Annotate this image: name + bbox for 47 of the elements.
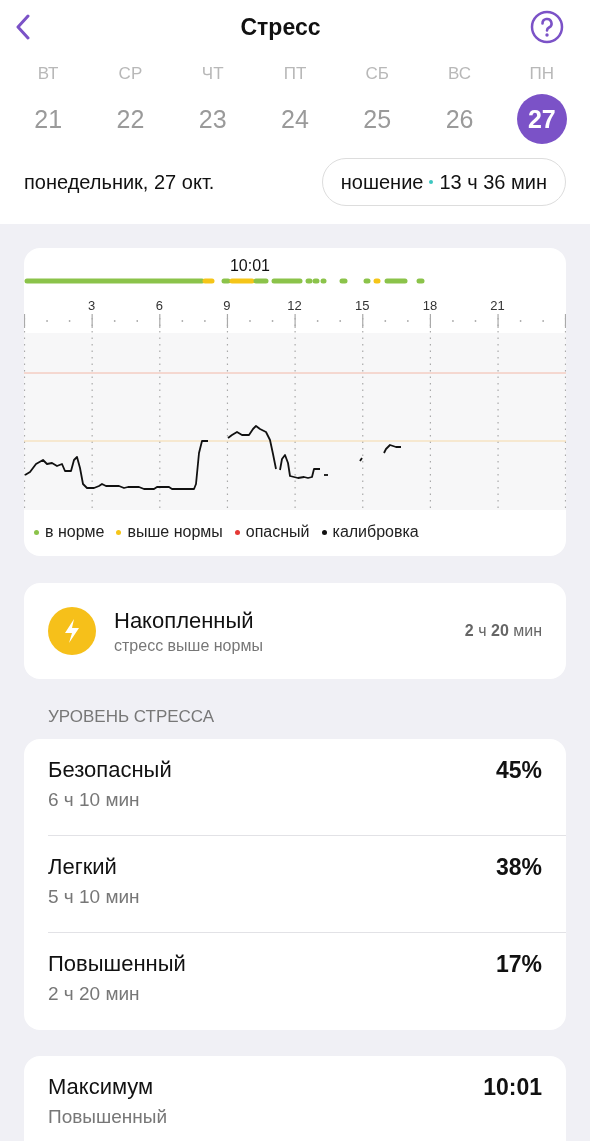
maximum-time: 10:01 (483, 1074, 542, 1101)
weekday-label: ПН (529, 63, 555, 85)
date-label: понедельник, 27 окт. (24, 170, 215, 194)
legend-label: выше нормы (127, 523, 223, 541)
accumulated-subtitle: стресс выше нормы (114, 636, 264, 655)
section-heading: УРОВЕНЬ СТРЕССА (47, 706, 216, 728)
weekday-label: ВС (448, 63, 472, 85)
level-duration: 5 ч 10 мин (48, 886, 140, 908)
level-percent: 45% (495, 757, 542, 784)
maximum-level: Повышенный (48, 1106, 168, 1128)
back-icon[interactable] (15, 14, 31, 40)
legend-label: опасный (245, 523, 310, 541)
weekday-label: ПТ (283, 63, 307, 85)
legend-label: калибровка (332, 523, 419, 541)
day-number[interactable]: 26 (434, 94, 485, 144)
hour-label: 12 (287, 298, 302, 313)
hour-label: 6 (155, 298, 163, 313)
hour-label: 21 (490, 298, 505, 313)
weekday-label: ЧТ (201, 63, 224, 85)
help-icon[interactable] (530, 10, 564, 44)
level-duration: 2 ч 20 мин (48, 983, 141, 1005)
weekday-label: СБ (365, 63, 389, 85)
hour-label: 9 (223, 298, 231, 313)
weekday-label: ВТ (37, 63, 59, 85)
day-number[interactable]: 24 (270, 94, 320, 144)
level-percent: 17% (495, 951, 542, 978)
day-number[interactable]: 25 (352, 94, 403, 144)
level-name: Безопасный (48, 757, 172, 783)
weekday-label: СР (118, 63, 143, 85)
day-number[interactable]: 23 (187, 94, 238, 144)
legend-label: в норме (45, 523, 105, 541)
screen-title: Стресс (240, 13, 321, 41)
time-marker: 10:01 (230, 257, 270, 274)
accumulated-duration: 2 ч 20 мин (464, 622, 542, 640)
hour-label: 18 (422, 298, 438, 313)
hour-label: 15 (355, 298, 370, 313)
day-number[interactable]: 27 (516, 94, 567, 144)
level-name: Легкий (48, 854, 118, 880)
lightning-icon (48, 607, 96, 655)
day-number[interactable]: 22 (105, 94, 156, 144)
accumulated-title: Накопленный (114, 607, 255, 634)
hour-label: 3 (88, 298, 96, 313)
maximum-title: Максимум (48, 1074, 155, 1100)
level-name: Повышенный (48, 951, 186, 977)
level-percent: 38% (495, 854, 542, 881)
day-number[interactable]: 21 (23, 94, 74, 144)
level-duration: 6 ч 10 мин (48, 789, 141, 811)
